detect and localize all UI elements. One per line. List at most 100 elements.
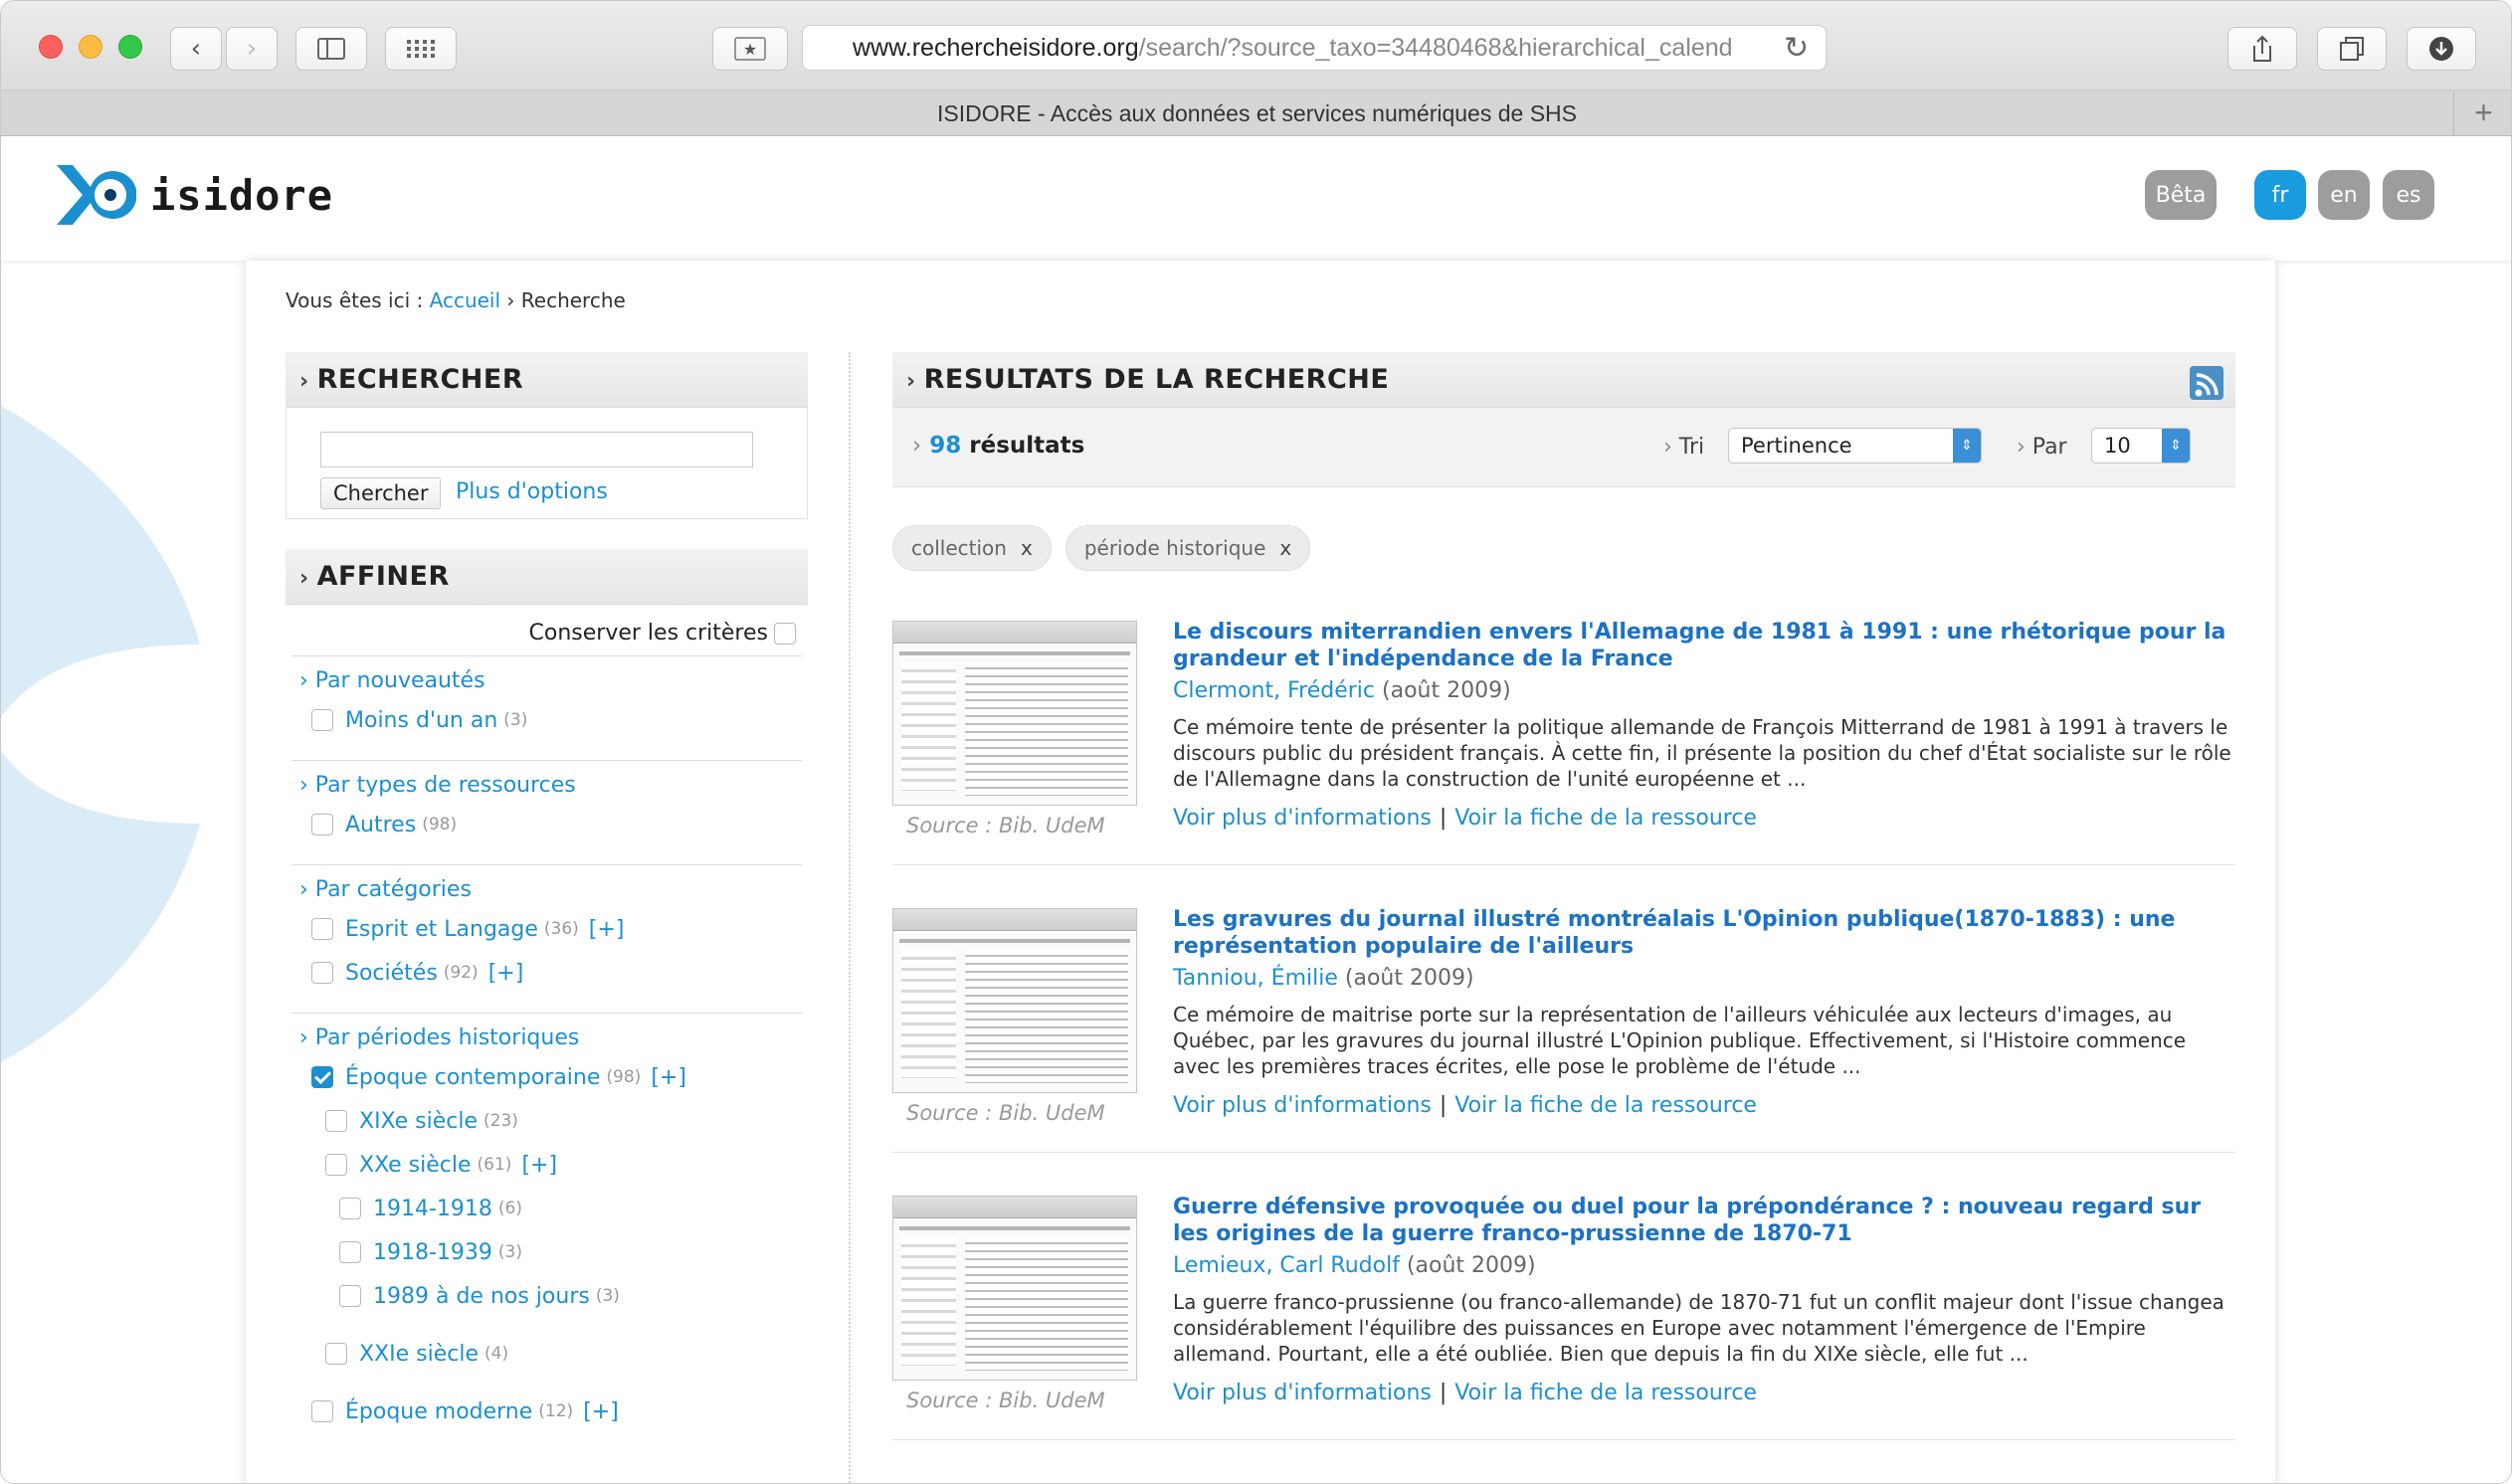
more-info-link[interactable]: Voir plus d'informations xyxy=(1173,1381,1432,1405)
result-title-link[interactable]: Les gravures du journal illustré montréa… xyxy=(1173,906,2227,960)
share-button[interactable] xyxy=(2227,27,2297,71)
facet-checkbox[interactable] xyxy=(325,1154,347,1176)
beta-badge[interactable]: Bêta xyxy=(2145,170,2217,220)
facet-checkbox[interactable] xyxy=(339,1198,361,1219)
back-button[interactable]: ‹ xyxy=(170,27,222,71)
facet-label[interactable]: Époque contemporaine xyxy=(345,1065,600,1090)
facet-checkbox[interactable] xyxy=(325,1343,347,1365)
facet-checkbox[interactable] xyxy=(325,1110,347,1132)
lang-en-button[interactable]: en xyxy=(2318,170,2370,220)
more-info-link[interactable]: Voir plus d'informations xyxy=(1173,806,1432,831)
result-thumbnail[interactable] xyxy=(892,1196,1137,1381)
expand-link[interactable]: [+] xyxy=(488,961,524,986)
facet-item[interactable]: Autres (98) xyxy=(291,803,802,846)
facet-label[interactable]: Esprit et Langage xyxy=(345,917,538,942)
lang-es-button[interactable]: es xyxy=(2383,170,2434,220)
filter-chip-label: période historique xyxy=(1083,536,1266,560)
facet-item[interactable]: XIXe siècle (23) xyxy=(291,1099,802,1143)
minimize-window-button[interactable] xyxy=(79,35,102,59)
facet-item[interactable]: 1918-1939 (3) xyxy=(291,1230,802,1274)
facet-title[interactable]: › Par nouveautés xyxy=(291,664,802,698)
facet-label[interactable]: Moins d'un an xyxy=(345,708,497,733)
result-author-name[interactable]: Lemieux, Carl Rudolf xyxy=(1173,1253,1400,1278)
keep-criteria-checkbox[interactable] xyxy=(774,623,796,645)
facet-count: (98) xyxy=(606,1067,642,1087)
browser-toolbar: ‹ › ★ www.rechercheisidore.org/search/?s… xyxy=(1,1,2511,91)
remove-filter-icon[interactable]: x xyxy=(1279,536,1291,560)
result-title-link[interactable]: Guerre défensive provoquée ou duel pour … xyxy=(1173,1194,2227,1247)
facet-item[interactable]: Esprit et Langage (36) [+] xyxy=(291,907,802,951)
facet-label[interactable]: 1918-1939 xyxy=(373,1240,492,1265)
remove-filter-icon[interactable]: x xyxy=(1021,536,1033,560)
result-description: La guerre franco-prussienne (ou franco-a… xyxy=(1173,1290,2224,1366)
reload-icon[interactable]: ↻ xyxy=(1784,31,1809,66)
search-button[interactable]: Chercher xyxy=(320,477,442,509)
facet-checkbox[interactable] xyxy=(339,1241,361,1263)
facet-checkbox[interactable] xyxy=(339,1285,361,1307)
expand-link[interactable]: [+] xyxy=(589,917,625,942)
filter-chip[interactable]: collection x xyxy=(892,525,1052,571)
forward-button[interactable]: › xyxy=(226,27,278,71)
facet-checkbox[interactable] xyxy=(311,962,333,984)
new-tab-button[interactable]: + xyxy=(2453,91,2511,136)
facet-checkbox[interactable] xyxy=(311,918,333,940)
facet-label[interactable]: XIXe siècle xyxy=(359,1109,478,1134)
downloads-button[interactable] xyxy=(2407,27,2476,71)
result-title-link[interactable]: Le discours miterrandien envers l'Allema… xyxy=(1173,619,2227,672)
more-options-link[interactable]: Plus d'options xyxy=(456,479,608,504)
resource-sheet-link[interactable]: Voir la fiche de la ressource xyxy=(1454,806,1757,831)
facet-item[interactable]: Sociétés (92) [+] xyxy=(291,951,802,995)
chevron-right-icon: › xyxy=(906,369,916,394)
facet-item[interactable]: Moins d'un an (3) xyxy=(291,698,802,742)
result-thumbnail[interactable] xyxy=(892,621,1137,806)
select-arrows-icon: ⇕ xyxy=(1953,429,1981,463)
facet-checkbox-checked[interactable] xyxy=(311,1066,333,1088)
facet-label[interactable]: 1989 à de nos jours xyxy=(373,1284,590,1309)
close-window-button[interactable] xyxy=(39,35,63,59)
expand-link[interactable]: [+] xyxy=(651,1065,686,1090)
rss-feed-icon[interactable] xyxy=(2190,366,2223,400)
facet-item[interactable]: 1989 à de nos jours (3) xyxy=(291,1274,802,1318)
zoom-window-button[interactable] xyxy=(118,35,142,59)
tab-title[interactable]: ISIDORE - Accès aux données et services … xyxy=(937,100,1577,126)
facet-checkbox[interactable] xyxy=(311,709,333,731)
facet-label[interactable]: Sociétés xyxy=(345,961,438,986)
facet-title[interactable]: › Par types de ressources xyxy=(291,769,802,803)
lang-fr-button[interactable]: fr xyxy=(2254,170,2306,220)
tabs-overview-button[interactable] xyxy=(2317,27,2387,71)
facet-label[interactable]: XXe siècle xyxy=(359,1153,472,1178)
facet-item[interactable]: 1914-1918 (6) xyxy=(291,1187,802,1230)
chevron-right-icon: › xyxy=(912,433,922,459)
facet-item[interactable]: Époque contemporaine (98) [+] xyxy=(291,1055,802,1099)
facet-title[interactable]: › Par périodes historiques xyxy=(291,1021,802,1055)
facet-label[interactable]: Autres xyxy=(345,813,416,837)
search-input[interactable] xyxy=(320,432,753,467)
breadcrumb-home-link[interactable]: Accueil xyxy=(430,288,500,312)
sidebar-toggle-button[interactable] xyxy=(295,27,367,71)
address-bar[interactable]: www.rechercheisidore.org/search/?source_… xyxy=(802,25,1827,71)
facet-item[interactable]: Époque moderne (12) [+] xyxy=(291,1390,802,1433)
facet-checkbox[interactable] xyxy=(311,814,333,835)
facet-item[interactable]: XXIe siècle (4) xyxy=(291,1332,802,1376)
top-sites-button[interactable] xyxy=(385,27,457,71)
expand-link[interactable]: [+] xyxy=(521,1153,557,1178)
more-info-link[interactable]: Voir plus d'informations xyxy=(1173,1093,1432,1118)
bookmark-button[interactable]: ★ xyxy=(712,27,788,71)
resource-sheet-link[interactable]: Voir la fiche de la ressource xyxy=(1454,1381,1757,1405)
result-author-name[interactable]: Clermont, Frédéric xyxy=(1173,678,1375,703)
facet-label[interactable]: 1914-1918 xyxy=(373,1197,492,1221)
result-thumbnail[interactable] xyxy=(892,908,1137,1093)
facet-label[interactable]: XXIe siècle xyxy=(359,1342,479,1367)
sort-select[interactable]: Pertinence ⇕ xyxy=(1728,428,1982,464)
filter-chip[interactable]: période historique x xyxy=(1064,525,1311,571)
result-item: Source : Bib. UdeM Les gravures du journ… xyxy=(892,894,2235,1153)
facet-checkbox[interactable] xyxy=(311,1400,333,1422)
result-author-name[interactable]: Tanniou, Émilie xyxy=(1173,966,1338,991)
expand-link[interactable]: [+] xyxy=(583,1399,619,1424)
facet-title[interactable]: › Par catégories xyxy=(291,873,802,907)
resource-sheet-link[interactable]: Voir la fiche de la ressource xyxy=(1454,1093,1757,1118)
isidore-logo[interactable]: isidore xyxy=(53,163,333,227)
facet-label[interactable]: Époque moderne xyxy=(345,1399,532,1424)
per-page-select[interactable]: 10 ⇕ xyxy=(2091,428,2191,464)
facet-item[interactable]: XXe siècle (61) [+] xyxy=(291,1143,802,1187)
